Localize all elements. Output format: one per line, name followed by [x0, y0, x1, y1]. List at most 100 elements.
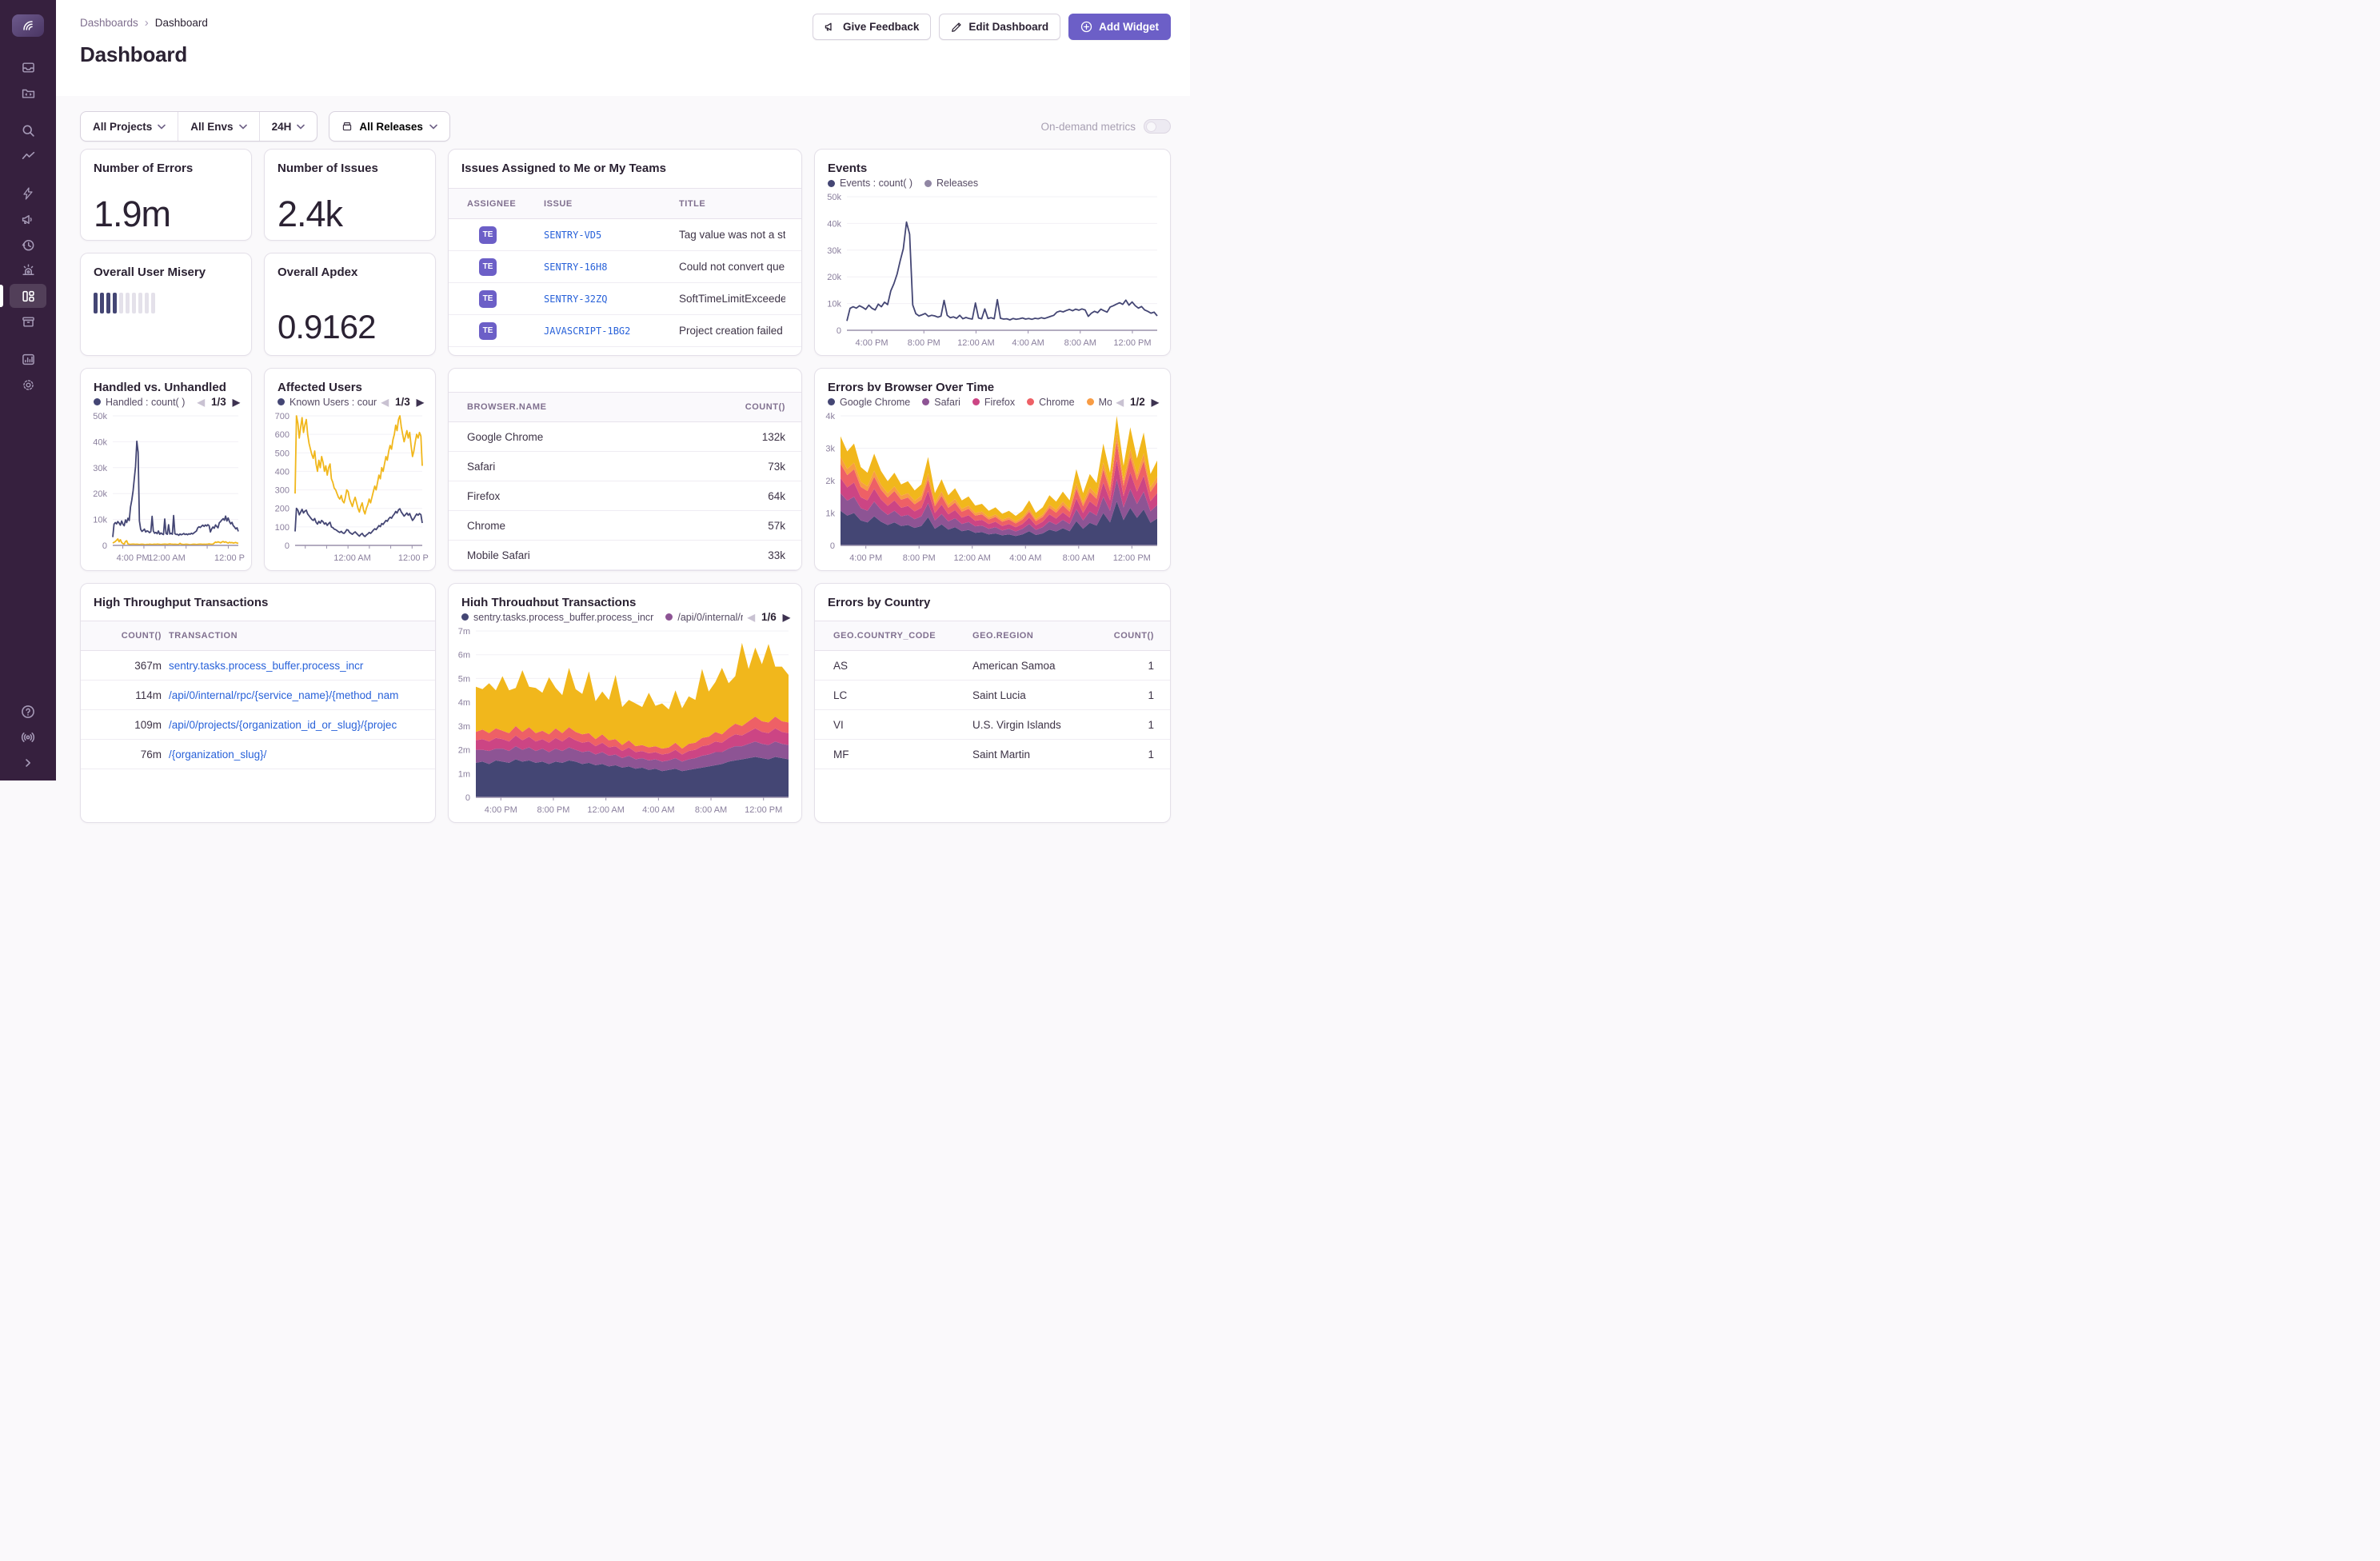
sidebar-item-settings[interactable] [10, 373, 46, 397]
table-row[interactable]: TESENTRY-VD5Tag value was not a strin [449, 219, 801, 251]
pager-prev-icon[interactable]: ◀ [1116, 397, 1124, 408]
on-demand-metrics-toggle[interactable] [1144, 119, 1171, 134]
column-header[interactable]: COUNT() [99, 631, 162, 641]
cell-link[interactable]: SENTRY-16H8 [544, 261, 679, 273]
events-chart[interactable]: 010k20k30k40k50k4:00 PM8:00 PM12:00 AM4:… [817, 190, 1167, 353]
column-header[interactable]: TITLE [679, 199, 785, 209]
cell-link[interactable]: /api/0/projects/{organization_id_or_slug… [169, 719, 419, 731]
table-row[interactable]: LCSaint Lucia1 [815, 681, 1170, 710]
column-header[interactable]: ISSUE [544, 199, 679, 209]
legend-item[interactable]: /api/0/internal/r [665, 612, 742, 623]
pager-prev-icon[interactable]: ◀ [198, 397, 205, 408]
pager-next-icon[interactable]: ▶ [1152, 397, 1159, 408]
table-row[interactable]: 367msentry.tasks.process_buffer.process_… [81, 651, 435, 681]
table-row[interactable]: 76m/{organization_slug}/ [81, 740, 435, 769]
sidebar-collapse[interactable] [10, 751, 46, 775]
sidebar-item-alerts[interactable] [10, 258, 46, 282]
add-widget-button[interactable]: Add Widget [1068, 14, 1171, 40]
table-row[interactable]: 114m/api/0/internal/rpc/{service_name}/{… [81, 681, 435, 710]
widget-title: Errors by Country [815, 584, 1170, 609]
environment-filter[interactable]: All Envs [178, 112, 258, 141]
time-range-filter[interactable]: 24H [259, 112, 317, 141]
edit-dashboard-button[interactable]: Edit Dashboard [939, 14, 1060, 40]
assignee-avatar[interactable]: TE [479, 258, 497, 276]
assignee-avatar[interactable]: TE [479, 322, 497, 340]
sidebar-item-releases[interactable] [10, 309, 46, 333]
cell-link[interactable]: JAVASCRIPT-1BG2 [544, 325, 679, 337]
legend-item[interactable]: Releases [924, 178, 978, 189]
column-header[interactable]: BROWSER.NAME [467, 402, 689, 412]
cell-link[interactable]: /{organization_slug}/ [169, 749, 419, 761]
legend-dot-icon [924, 180, 932, 187]
table-row[interactable]: ASAmerican Samoa1 [815, 651, 1170, 681]
sidebar-item-explore[interactable] [10, 81, 46, 105]
sidebar-item-stats[interactable] [10, 347, 46, 371]
gauge-segment-empty [126, 293, 130, 313]
legend-item[interactable]: Mobile S [1087, 397, 1112, 408]
pager-next-icon[interactable]: ▶ [417, 397, 424, 408]
sidebar-item-replays[interactable] [10, 233, 46, 257]
sidebar-item-help[interactable] [10, 700, 46, 724]
legend-item[interactable]: Chrome [1027, 397, 1074, 408]
assignee-avatar[interactable]: TE [479, 226, 497, 244]
legend-item[interactable]: Handled : count( ) [94, 397, 185, 408]
table-row[interactable]: Google Chrome132k [449, 422, 801, 452]
table-row[interactable]: MFSaint Martin1 [815, 740, 1170, 769]
cell-link[interactable]: SENTRY-32ZQ [544, 293, 679, 305]
legend-item[interactable]: Events : count( ) [828, 178, 912, 189]
legend-item[interactable]: Google Chrome [828, 397, 910, 408]
table-row[interactable]: 109m/api/0/projects/{organization_id_or_… [81, 710, 435, 740]
sidebar-item-lightning[interactable] [10, 182, 46, 206]
table-row[interactable]: TESENTRY-32ZQSoftTimeLimitExceeded [449, 283, 801, 315]
column-header[interactable]: GEO.REGION [972, 631, 1090, 641]
project-filter[interactable]: All Projects [81, 112, 178, 141]
legend-item[interactable]: sentry.tasks.process_buffer.process_incr [461, 612, 653, 623]
sidebar-item-performance[interactable] [10, 144, 46, 168]
sidebar-item-whats-new[interactable] [10, 725, 46, 749]
sentry-logo[interactable] [12, 14, 44, 37]
help-icon [21, 705, 35, 719]
cell-link[interactable]: sentry.tasks.process_buffer.process_incr [169, 660, 419, 672]
cell-link[interactable]: SENTRY-VD5 [544, 230, 679, 241]
sidebar-item-issues[interactable] [10, 55, 46, 79]
legend-item[interactable]: Firefox [972, 397, 1015, 408]
table-row[interactable]: Safari73k [449, 452, 801, 481]
browser-over-time-chart[interactable]: 01k2k3k4k4:00 PM8:00 PM12:00 AM4:00 AM8:… [817, 409, 1167, 569]
table-row[interactable]: VIU.S. Virgin Islands1 [815, 710, 1170, 740]
cell-link[interactable]: /api/0/internal/rpc/{service_name}/{meth… [169, 689, 419, 701]
high-throughput-chart[interactable]: 01m2m3m4m5m6m7m4:00 PM8:00 PM12:00 AM4:0… [450, 625, 798, 820]
column-header[interactable]: GEO.COUNTRY_CODE [833, 631, 972, 641]
legend-label: Mobile S [1099, 397, 1112, 408]
pager-next-icon[interactable]: ▶ [233, 397, 240, 408]
legend-item[interactable]: Safari [922, 397, 960, 408]
releases-filter-label: All Releases [359, 121, 423, 133]
table-row[interactable]: Chrome57k [449, 511, 801, 541]
handled-chart[interactable]: 010k20k30k40k50k4:00 PM12:00 AM12:00 P [82, 409, 248, 569]
pager-prev-icon[interactable]: ◀ [381, 397, 389, 408]
assignee-avatar[interactable]: TE [479, 290, 497, 308]
breadcrumb-dashboards[interactable]: Dashboards [80, 17, 138, 29]
svg-text:2k: 2k [825, 477, 835, 486]
table-row[interactable]: TESENTRY-16H8Could not convert query [449, 251, 801, 283]
sidebar-item-dashboards[interactable] [10, 284, 46, 308]
releases-filter[interactable]: All Releases [329, 111, 450, 142]
give-feedback-button[interactable]: Give Feedback [813, 14, 931, 40]
column-header[interactable]: COUNT() [1090, 631, 1154, 641]
svg-text:7m: 7m [458, 627, 470, 637]
affected-users-chart[interactable]: 010020030040050060070012:00 AM12:00 P [266, 409, 432, 569]
table-row[interactable]: TEJAVASCRIPT-1BG2Project creation failed [449, 315, 801, 347]
column-header[interactable]: ASSIGNEE [467, 199, 544, 209]
column-header[interactable]: COUNT() [689, 402, 785, 412]
pager-prev-icon[interactable]: ◀ [748, 612, 755, 623]
column-header[interactable]: TRANSACTION [169, 631, 419, 641]
svg-text:8:00 PM: 8:00 PM [903, 553, 936, 563]
sidebar-item-search[interactable] [10, 118, 46, 142]
legend-dot-icon [828, 398, 835, 405]
sidebar-item-feedback[interactable] [10, 207, 46, 231]
pager: ◀1/3▶ [381, 396, 424, 408]
legend-item[interactable]: Known Users : cour [278, 397, 377, 408]
pager-next-icon[interactable]: ▶ [783, 612, 790, 623]
svg-text:8:00 PM: 8:00 PM [537, 805, 569, 815]
table-row[interactable]: Mobile Safari33k [449, 541, 801, 570]
table-row[interactable]: Firefox64k [449, 481, 801, 511]
